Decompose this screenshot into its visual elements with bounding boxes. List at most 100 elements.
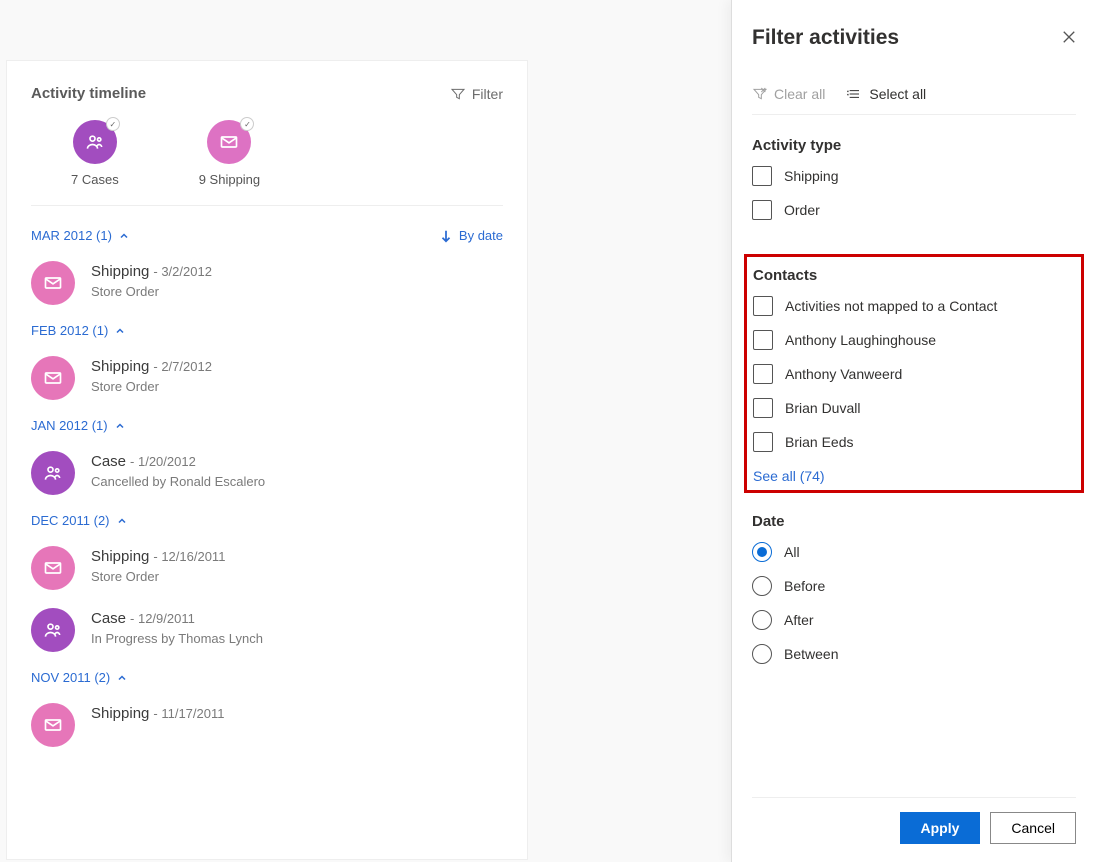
checkbox-label: Brian Eeds xyxy=(785,434,853,450)
checkbox-icon xyxy=(752,166,772,186)
sort-label: By date xyxy=(459,228,503,243)
mail-icon xyxy=(31,546,75,590)
date-radio-before[interactable]: Before xyxy=(752,576,1076,596)
activity-date: - 12/9/2011 xyxy=(130,611,195,626)
group-header-row: JAN 2012 (1) xyxy=(31,418,503,433)
checkbox-label: Activities not mapped to a Contact xyxy=(785,298,997,314)
see-all-contacts-link[interactable]: See all (74) xyxy=(753,468,825,484)
group-label-text: JAN 2012 (1) xyxy=(31,418,108,433)
mail-icon xyxy=(31,261,75,305)
activity-date: - 1/20/2012 xyxy=(130,454,196,469)
panel-footer: Apply Cancel xyxy=(752,797,1076,862)
select-all-icon xyxy=(847,86,863,102)
person-icon xyxy=(31,608,75,652)
chevron-up-icon xyxy=(118,230,130,242)
group-toggle[interactable]: NOV 2011 (2) xyxy=(31,670,128,685)
close-icon xyxy=(1062,30,1076,44)
chevron-up-icon xyxy=(116,515,128,527)
activity-item[interactable]: Case - 1/20/2012Cancelled by Ronald Esca… xyxy=(31,451,503,495)
close-button[interactable] xyxy=(1062,30,1076,47)
check-badge-icon: ✓ xyxy=(106,117,120,131)
funnel-icon xyxy=(450,86,466,102)
activity-date: - 12/16/2011 xyxy=(153,549,225,564)
clear-all-button[interactable]: Clear all xyxy=(752,86,825,102)
activity-item[interactable]: Shipping - 2/7/2012Store Order xyxy=(31,356,503,400)
checkbox-label: Order xyxy=(784,202,820,218)
checkbox-label: Anthony Vanweerd xyxy=(785,366,902,382)
activity-item[interactable]: Shipping - 12/16/2011Store Order xyxy=(31,546,503,590)
contact-checkbox[interactable]: Anthony Laughinghouse xyxy=(753,330,1075,350)
radio-label: After xyxy=(784,612,814,628)
activity-text: Case - 12/9/2011In Progress by Thomas Ly… xyxy=(91,608,263,646)
radio-icon xyxy=(752,542,772,562)
apply-button[interactable]: Apply xyxy=(900,812,981,844)
checkbox-icon xyxy=(753,330,773,350)
group-header-row: FEB 2012 (1) xyxy=(31,323,503,338)
activity-type-heading: Activity type xyxy=(752,137,1076,154)
summary-label: 9 Shipping xyxy=(199,172,260,187)
date-heading: Date xyxy=(752,513,1076,530)
check-badge-icon: ✓ xyxy=(240,117,254,131)
date-radio-all[interactable]: All xyxy=(752,542,1076,562)
group-toggle[interactable]: FEB 2012 (1) xyxy=(31,323,126,338)
activity-type-checkbox[interactable]: Order xyxy=(752,200,1076,220)
checkbox-icon xyxy=(752,200,772,220)
person-icon xyxy=(31,451,75,495)
activity-type: Shipping xyxy=(91,705,149,722)
contact-checkbox[interactable]: Anthony Vanweerd xyxy=(753,364,1075,384)
checkbox-label: Brian Duvall xyxy=(785,400,860,416)
activity-date: - 3/2/2012 xyxy=(153,264,212,279)
activity-text: Shipping - 11/17/2011 xyxy=(91,703,224,726)
select-all-label: Select all xyxy=(869,86,926,102)
summary-item[interactable]: ✓ 9 Shipping xyxy=(199,120,260,187)
filter-label: Filter xyxy=(472,86,503,102)
mail-icon xyxy=(31,356,75,400)
activity-type: Shipping xyxy=(91,263,149,280)
summary-icon-circle: ✓ xyxy=(207,120,251,164)
cancel-button[interactable]: Cancel xyxy=(990,812,1076,844)
select-all-button[interactable]: Select all xyxy=(847,86,926,102)
activity-text: Shipping - 12/16/2011Store Order xyxy=(91,546,225,584)
summary-item[interactable]: ✓ 7 Cases xyxy=(71,120,119,187)
activity-item[interactable]: Shipping - 3/2/2012Store Order xyxy=(31,261,503,305)
panel-title: Filter activities xyxy=(752,26,899,50)
activity-type: Shipping xyxy=(91,358,149,375)
activity-timeline-panel: Activity timeline Filter ✓ 7 Cases ✓ 9 Ship… xyxy=(6,60,528,860)
radio-icon xyxy=(752,610,772,630)
date-radio-between[interactable]: Between xyxy=(752,644,1076,664)
activity-type-checkbox[interactable]: Shipping xyxy=(752,166,1076,186)
sort-by-date-button[interactable]: By date xyxy=(439,228,503,243)
activity-text: Shipping - 2/7/2012Store Order xyxy=(91,356,212,394)
checkbox-icon xyxy=(753,296,773,316)
clear-filter-icon xyxy=(752,86,768,102)
activity-type: Case xyxy=(91,453,126,470)
contacts-heading: Contacts xyxy=(753,267,1075,284)
date-radio-after[interactable]: After xyxy=(752,610,1076,630)
mail-icon xyxy=(31,703,75,747)
summary-label: 7 Cases xyxy=(71,172,119,187)
summary-row: ✓ 7 Cases ✓ 9 Shipping xyxy=(31,120,503,206)
panel-header: Filter activities xyxy=(752,26,1076,50)
group-toggle[interactable]: JAN 2012 (1) xyxy=(31,418,126,433)
group-header-row: NOV 2011 (2) xyxy=(31,670,503,685)
chevron-up-icon xyxy=(114,325,126,337)
group-toggle[interactable]: DEC 2011 (2) xyxy=(31,513,128,528)
activity-subtitle: Store Order xyxy=(91,569,225,584)
group-toggle[interactable]: MAR 2012 (1) xyxy=(31,228,130,243)
activity-type-list: Shipping Order xyxy=(752,166,1076,234)
contact-checkbox[interactable]: Brian Eeds xyxy=(753,432,1075,452)
group-header-row: DEC 2011 (2) xyxy=(31,513,503,528)
activity-type: Case xyxy=(91,610,126,627)
radio-label: All xyxy=(784,544,800,560)
contact-checkbox[interactable]: Activities not mapped to a Contact xyxy=(753,296,1075,316)
activity-text: Case - 1/20/2012Cancelled by Ronald Esca… xyxy=(91,451,265,489)
activity-item[interactable]: Shipping - 11/17/2011 xyxy=(31,703,503,747)
activity-item[interactable]: Case - 12/9/2011In Progress by Thomas Ly… xyxy=(31,608,503,652)
contacts-list: Activities not mapped to a Contact Anthon… xyxy=(753,296,1075,452)
radio-icon xyxy=(752,644,772,664)
filter-button[interactable]: Filter xyxy=(450,86,503,102)
group-label-text: FEB 2012 (1) xyxy=(31,323,108,338)
timeline-header: Activity timeline Filter xyxy=(31,85,503,102)
contact-checkbox[interactable]: Brian Duvall xyxy=(753,398,1075,418)
checkbox-icon xyxy=(753,432,773,452)
